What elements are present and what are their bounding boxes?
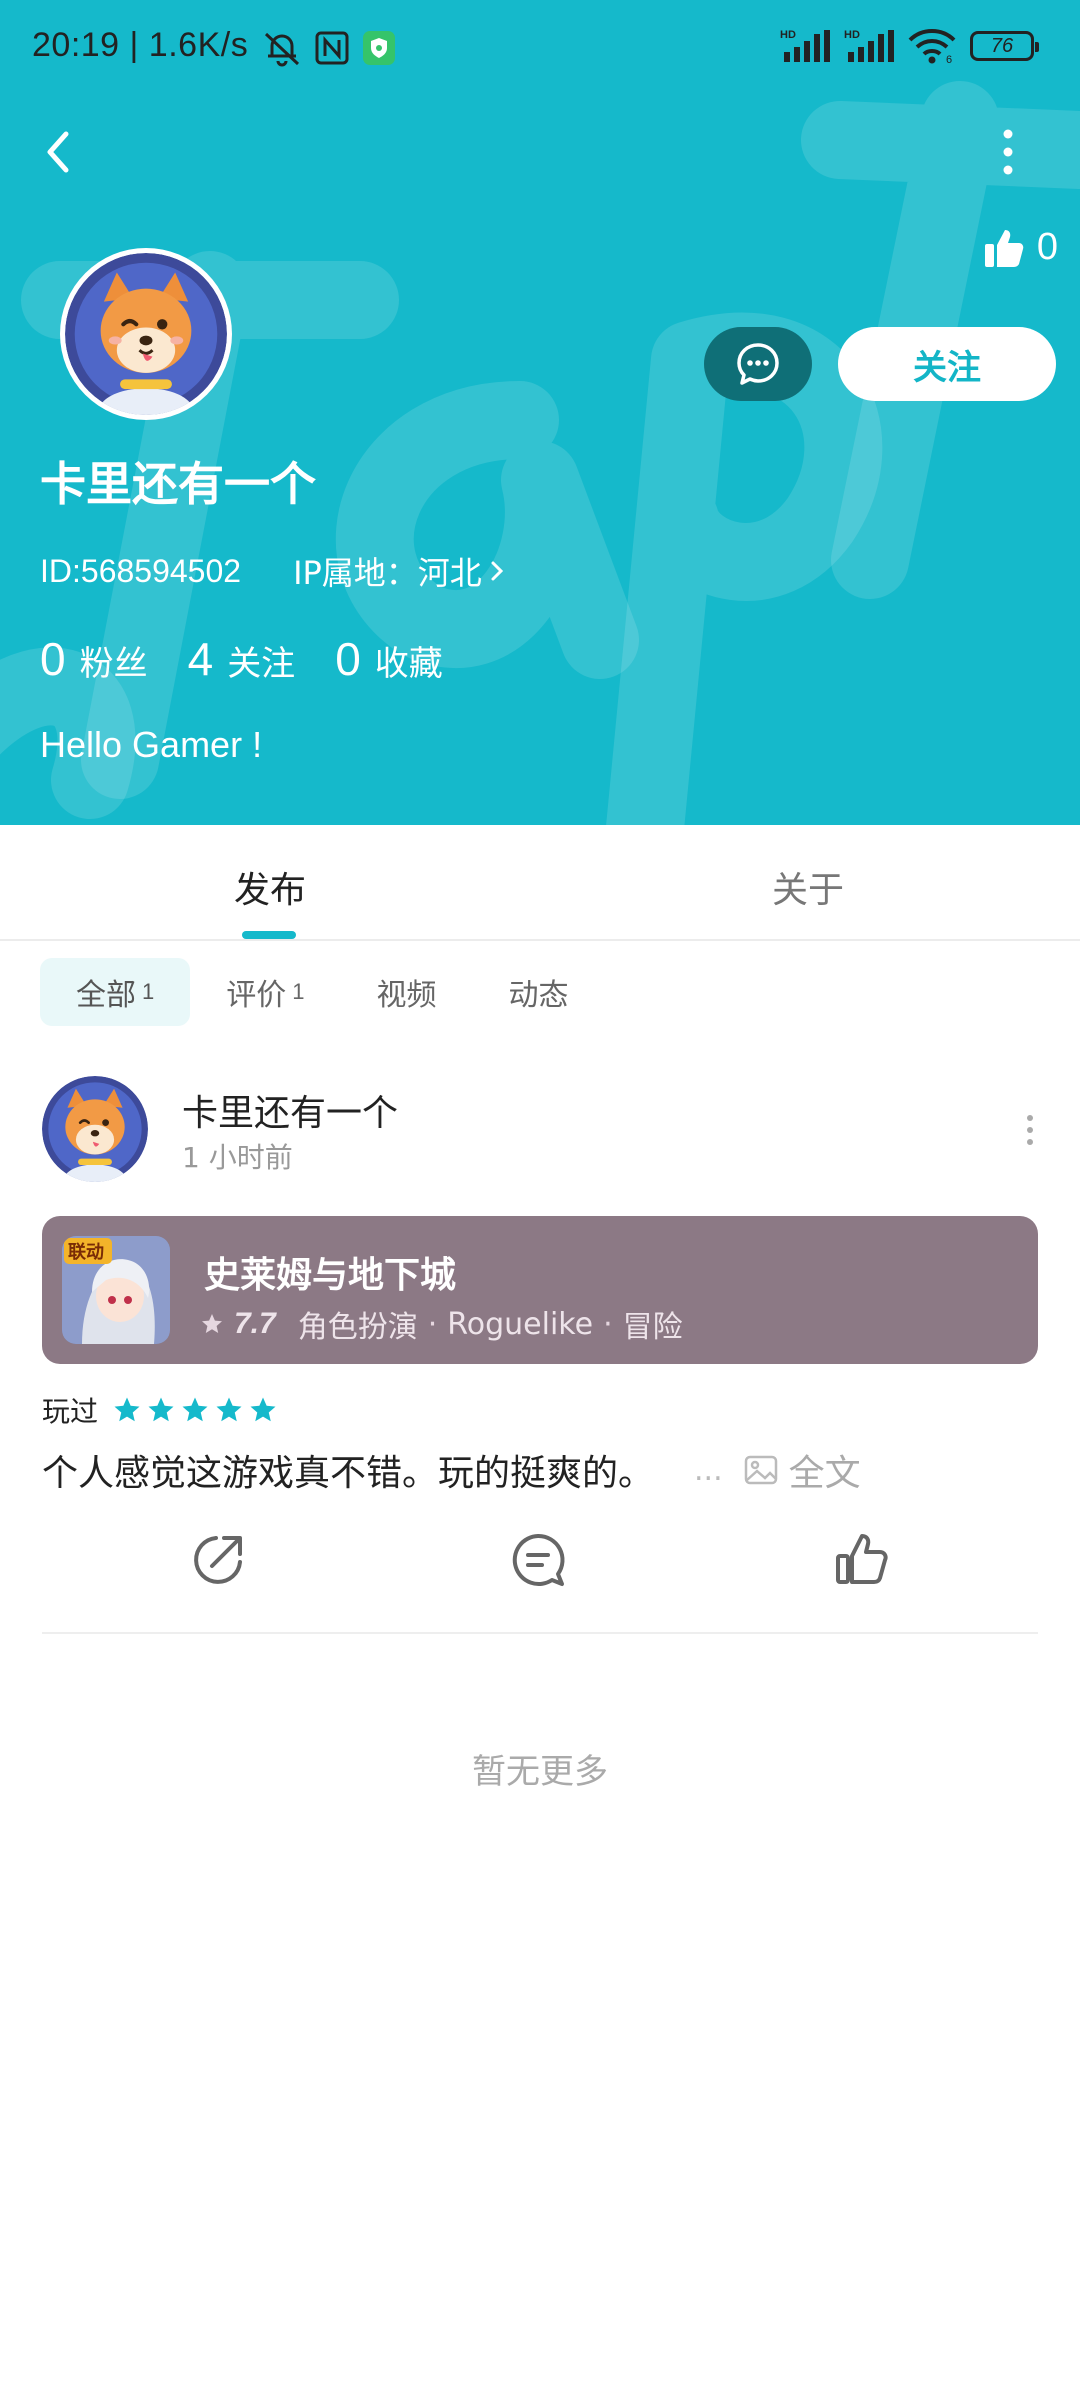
stat-following[interactable]: 4 关注	[188, 632, 296, 686]
content-filters: 全部 1 评价 1 视频 动态	[40, 958, 605, 1026]
read-full-link[interactable]: 全文	[743, 1444, 861, 1496]
net-left-label: HD	[780, 29, 796, 41]
filter-count: 1	[142, 979, 155, 1004]
profile-header: 20:19 | 1.6K/s HD HD 6 76 0 关注 卡里还有一个 ID…	[0, 0, 1080, 825]
review-ellipsis: ...	[694, 1452, 723, 1488]
filter-all[interactable]: 全部 1	[40, 958, 191, 1026]
back-button[interactable]	[36, 120, 80, 184]
thumbs-up-icon	[984, 229, 1024, 267]
rating-row: 玩过	[42, 1390, 278, 1430]
stat-favorites[interactable]: 0 收藏	[335, 632, 443, 686]
profile-avatar[interactable]	[60, 248, 232, 420]
likes-count: 0	[1036, 226, 1058, 268]
signal-hd-icon: HD	[780, 29, 830, 62]
filter-label: 动态	[508, 978, 569, 1013]
post-actions	[42, 1530, 1038, 1590]
comment-icon[interactable]	[508, 1530, 568, 1590]
post-header: 卡里还有一个 1 小时前	[42, 1076, 1042, 1186]
profile-stats: 0 粉丝 4 关注 0 收藏	[40, 632, 483, 686]
played-label: 玩过	[42, 1395, 99, 1428]
follow-button[interactable]: 关注	[838, 327, 1056, 401]
review-text: 个人感觉这游戏真不错。玩的挺爽的。	[42, 1453, 655, 1494]
filter-label: 全部	[76, 978, 136, 1013]
stat-num: 4	[187, 633, 214, 685]
profile-tabs: 发布 关于	[0, 825, 1080, 941]
nfc-icon	[315, 31, 349, 65]
share-icon[interactable]	[188, 1530, 248, 1590]
rating-stars	[112, 1395, 278, 1425]
filter-label: 评价	[226, 978, 287, 1013]
read-full-label: 全文	[788, 1453, 861, 1494]
rating-star-icon	[148, 1397, 174, 1422]
game-icon: 联动	[62, 1236, 170, 1344]
star-icon	[202, 1314, 222, 1333]
post-author-avatar[interactable]	[42, 1076, 148, 1182]
active-tab-indicator	[242, 931, 296, 939]
tab-publish[interactable]: 发布	[234, 861, 306, 913]
rating-star-icon	[182, 1397, 208, 1422]
status-time: 20:19 | 1.6K/s	[32, 26, 249, 64]
ip-location-text: IP属地：河北	[293, 554, 482, 592]
review-text-row[interactable]: 个人感觉这游戏真不错。玩的挺爽的。 ... 全文	[42, 1444, 861, 1496]
game-cover-image: 联动	[62, 1236, 170, 1344]
tag-separator: ·	[427, 1306, 438, 1342]
tag-separator: ·	[603, 1306, 613, 1342]
user-id: ID:568594502	[40, 552, 242, 589]
game-icon-badge: 联动	[68, 1242, 104, 1263]
stat-label: 粉丝	[79, 644, 148, 684]
post-divider	[42, 1632, 1038, 1634]
ip-location-link[interactable]: IP属地：河北	[293, 548, 506, 594]
stat-num: 0	[40, 633, 66, 685]
game-tag: Roguelike	[447, 1306, 594, 1342]
no-more-text: 暂无更多	[472, 1752, 608, 1792]
chat-bubble-icon	[737, 343, 779, 385]
stat-label: 收藏	[374, 644, 443, 684]
tab-about[interactable]: 关于	[772, 861, 844, 913]
stat-label: 关注	[227, 644, 296, 684]
rating-star-icon	[114, 1397, 140, 1422]
profile-username: 卡里还有一个	[40, 457, 316, 511]
filter-label: 视频	[376, 978, 437, 1013]
filter-reviews[interactable]: 评价 1	[190, 958, 340, 1026]
mute-bell-icon	[264, 32, 300, 67]
stat-num: 0	[335, 633, 361, 685]
game-tag: 冒险	[622, 1310, 683, 1345]
game-name: 史莱姆与地下城	[204, 1255, 457, 1296]
likes-counter[interactable]: 0	[983, 226, 1058, 269]
battery-indicator: 76	[970, 31, 1039, 61]
shiba-avatar-image	[65, 253, 227, 415]
filter-count: 1	[292, 979, 305, 1004]
rating-star-icon	[216, 1397, 242, 1422]
game-score: 7.7	[234, 1307, 276, 1340]
message-button[interactable]	[704, 327, 812, 401]
svg-text:6: 6	[946, 54, 952, 64]
stat-fans[interactable]: 0 粉丝	[40, 632, 148, 686]
post-timestamp: 1 小时前	[182, 1141, 293, 1174]
security-shield-icon	[363, 31, 395, 65]
rating-star-icon	[250, 1397, 276, 1422]
profile-meta: ID:568594502 IP属地：河北	[40, 548, 506, 594]
profile-bio: Hello Gamer !	[40, 724, 263, 765]
post-more-icon[interactable]	[1018, 1112, 1042, 1148]
shiba-avatar-image	[42, 1076, 148, 1182]
game-meta: 7.7 角色扮演 · Roguelike · 冒险	[200, 1302, 683, 1346]
signal-hd-icon-2: HD	[844, 29, 894, 62]
filter-videos[interactable]: 视频	[341, 958, 473, 1026]
image-icon	[744, 1455, 777, 1485]
wifi-icon: 6	[908, 29, 956, 64]
svg-text:HD: HD	[844, 29, 860, 41]
more-options-button[interactable]	[990, 122, 1026, 182]
like-icon[interactable]	[832, 1530, 892, 1590]
game-tag: 角色扮演	[297, 1310, 418, 1345]
status-bar: 20:19 | 1.6K/s HD HD 6 76	[0, 0, 1080, 96]
chevron-right-icon	[491, 561, 503, 581]
post-author-name[interactable]: 卡里还有一个	[182, 1084, 398, 1136]
game-card[interactable]: 联动 史莱姆与地下城 7.7 角色扮演 · Roguelike · 冒险	[42, 1216, 1038, 1364]
filter-moments[interactable]: 动态	[473, 958, 605, 1026]
